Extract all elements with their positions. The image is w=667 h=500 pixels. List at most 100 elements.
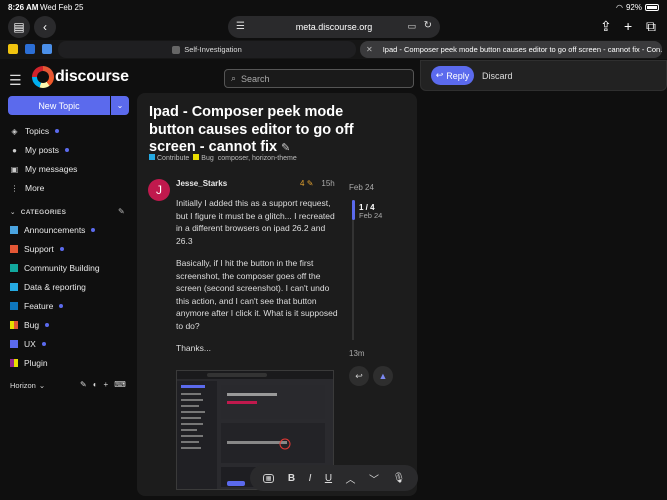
sidebar-item-community-building[interactable]: Community Building xyxy=(10,261,100,275)
search-placeholder: Search xyxy=(241,73,270,84)
wifi-icon: ◠ xyxy=(616,3,623,12)
tab-label: Ipad - Composer peek mode button causes … xyxy=(382,45,662,54)
chevron-down-icon[interactable]: ﹀ xyxy=(369,471,379,486)
sidebar-item-support[interactable]: Support xyxy=(10,242,64,256)
dark-mode-icon[interactable]: ◐ xyxy=(93,380,98,389)
theme-selector[interactable]: Horizon ⌄ xyxy=(10,381,45,390)
unread-dot xyxy=(45,323,50,327)
inbox-icon: ▣ xyxy=(10,164,19,174)
sidebar-toggle-button[interactable]: ▤ xyxy=(8,16,30,38)
bold-button[interactable]: B xyxy=(288,473,295,484)
sidebar-item-my-posts[interactable]: ● My posts xyxy=(10,143,70,157)
timeline-start-date[interactable]: Feb 24 xyxy=(349,183,374,192)
unread-dot xyxy=(59,247,64,251)
edit-categories-icon[interactable]: ✎ xyxy=(118,207,125,216)
sidebar-item-ux[interactable]: UX xyxy=(10,337,46,351)
sidebar-item-plugin[interactable]: Plugin xyxy=(10,356,48,370)
back-button[interactable]: ‹ xyxy=(34,16,56,38)
share-icon[interactable]: ⇪ xyxy=(600,18,612,35)
topic-title: Ipad - Composer peek mode button causes … xyxy=(149,104,369,158)
url-text: meta.discourse.org xyxy=(295,22,373,32)
keyboard-icon[interactable]: ⌨ xyxy=(114,380,126,389)
tabs-menu-icon[interactable]: ☰ xyxy=(236,21,245,32)
sidebar-item-label: Bug xyxy=(24,320,40,330)
favorite-icon-2[interactable] xyxy=(25,44,35,54)
post-meta: 4 ✎ 15h xyxy=(300,179,335,188)
reply-icon: ↩ xyxy=(435,70,444,80)
timeline-position-date: Feb 24 xyxy=(359,211,383,220)
status-date: Wed Feb 25 xyxy=(40,3,84,12)
edit-history-button[interactable]: 4 ✎ xyxy=(300,179,313,188)
microphone-icon[interactable]: 🎙 xyxy=(392,473,405,484)
notification-bell-button[interactable]: ▲ xyxy=(373,366,393,386)
underline-button[interactable]: U xyxy=(325,473,332,484)
hamburger-menu-icon[interactable]: ☰ xyxy=(9,72,22,89)
keyboard-shortcut-bar: ▦ B I U ︿ ﹀ 🎙 xyxy=(250,465,418,491)
reader-icon[interactable]: ▭ xyxy=(407,21,416,32)
tab-self-investigation[interactable]: Self-Investigation xyxy=(58,41,356,58)
edit-count: 4 xyxy=(300,179,305,188)
user-icon: ● xyxy=(12,145,17,155)
sidebar-item-announcements[interactable]: Announcements xyxy=(10,223,96,237)
sidebar-item-more[interactable]: ⋮ More xyxy=(10,181,45,195)
close-tab-icon[interactable]: ✕ xyxy=(366,45,373,54)
battery-icon xyxy=(645,4,659,11)
edit-title-icon[interactable]: ✎ xyxy=(281,142,290,154)
category-badge-bug[interactable]: Bug xyxy=(193,154,214,162)
battery-percent: 92% xyxy=(625,3,642,12)
sidebar-footer-icons: ✎ ◐ + ⌨ xyxy=(80,380,126,389)
sidebar-item-data-reporting[interactable]: Data & reporting xyxy=(10,280,86,294)
new-topic-button[interactable]: New Topic xyxy=(8,96,110,115)
unread-dot xyxy=(59,304,64,308)
sidebar-item-label: Support xyxy=(24,244,54,254)
new-tab-icon[interactable]: + xyxy=(624,18,632,34)
unread-dot xyxy=(91,228,96,232)
category-color-badge xyxy=(10,340,18,348)
timeline-end[interactable]: 13m xyxy=(349,349,365,358)
keyboard-icon[interactable]: ▦ xyxy=(262,473,275,483)
categories-heading[interactable]: ⌄ CATEGORIES xyxy=(10,208,67,217)
discourse-logo[interactable]: discourse xyxy=(32,66,129,88)
category-color-badge xyxy=(10,226,18,234)
category-color-badge xyxy=(10,359,18,367)
post-paragraph: Thanks... xyxy=(176,343,211,353)
browser-toolbar: ▤ ‹ ☰ meta.discourse.org ▭ ↻ ⇪ + ⧉ xyxy=(0,14,667,40)
discourse-logo-mark xyxy=(32,66,54,88)
favorite-icon-3[interactable] xyxy=(42,44,52,54)
italic-button[interactable]: I xyxy=(309,473,312,484)
category-color-badge xyxy=(10,283,18,291)
sidebar-item-label: Community Building xyxy=(24,263,100,273)
post-username[interactable]: Jesse_Starks xyxy=(176,179,227,188)
new-topic-dropdown-button[interactable]: ⌄ xyxy=(111,96,129,115)
timeline-track[interactable] xyxy=(352,200,354,340)
timeline-handle[interactable] xyxy=(352,200,355,220)
theme-label: Horizon xyxy=(10,381,36,390)
palette-icon[interactable]: ✎ xyxy=(80,380,87,389)
sidebar-item-my-messages[interactable]: ▣ My messages xyxy=(10,162,78,176)
avatar[interactable]: J xyxy=(148,179,170,201)
timeline-reply-button[interactable]: ↩ xyxy=(349,366,369,386)
tab-overview-icon[interactable]: ⧉ xyxy=(646,18,656,35)
tab-current-topic[interactable]: ✕ Ipad - Composer peek mode button cause… xyxy=(360,41,662,58)
category-color-badge xyxy=(149,154,155,160)
reply-button[interactable]: ↩ Reply xyxy=(431,66,474,85)
sidebar-item-bug[interactable]: Bug xyxy=(10,318,50,332)
discard-button[interactable]: Discard xyxy=(482,71,513,81)
search-input[interactable]: ⌕ Search xyxy=(224,69,414,88)
chevron-up-icon[interactable]: ︿ xyxy=(346,471,356,486)
reply-icon: ↩ xyxy=(355,370,363,381)
topic-tags: Contribute Bug composer, horizon-theme xyxy=(149,154,297,162)
favorite-icon-1[interactable] xyxy=(8,44,18,54)
more-icon: ⋮ xyxy=(10,183,19,193)
reload-icon[interactable]: ↻ xyxy=(424,20,432,31)
sidebar-item-feature[interactable]: Feature xyxy=(10,299,64,313)
category-badge-contribute[interactable]: Contribute xyxy=(149,154,189,162)
post-age[interactable]: 15h xyxy=(321,179,334,188)
sidebar-item-topics[interactable]: ◈ Topics xyxy=(10,124,60,138)
categories-heading-label: CATEGORIES xyxy=(20,208,67,216)
unread-dot xyxy=(55,129,60,133)
tag-list[interactable]: composer, horizon-theme xyxy=(218,155,297,162)
add-icon[interactable]: + xyxy=(104,380,109,389)
address-bar[interactable]: ☰ meta.discourse.org ▭ ↻ xyxy=(228,16,440,38)
status-time: 8:26 AM xyxy=(8,3,39,12)
